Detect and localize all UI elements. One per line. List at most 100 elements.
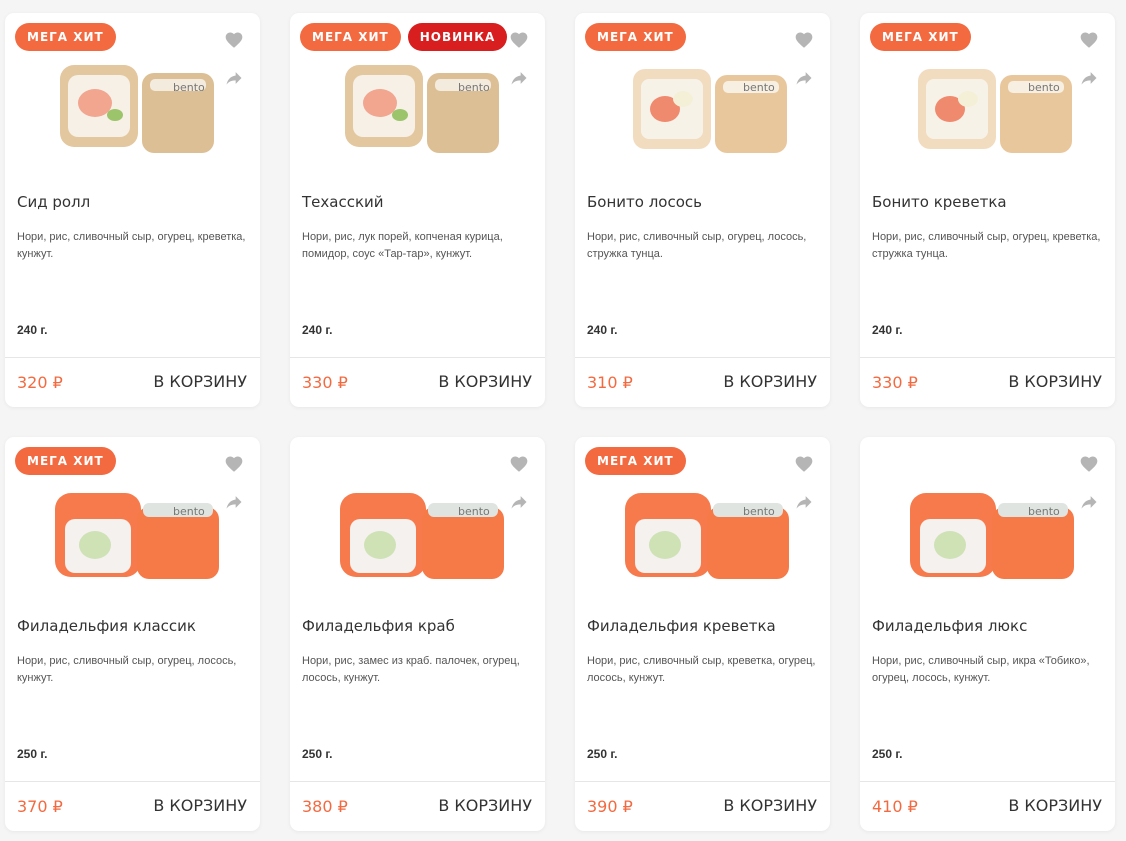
svg-text:bento: bento [173, 81, 205, 94]
badge-mega-hit: МЕГА ХИТ [585, 23, 686, 51]
svg-text:bento: bento [1028, 505, 1060, 518]
product-card-5[interactable]: МЕГА ХИТ bento Филадельфия классик Нори,… [5, 437, 260, 831]
heart-icon[interactable] [224, 30, 244, 50]
card-divider [290, 781, 545, 782]
product-weight: 250 г. [587, 747, 618, 761]
badge-mega-hit: МЕГА ХИТ [870, 23, 971, 51]
badge-group: МЕГА ХИТ [585, 447, 686, 475]
product-name[interactable]: Техасский [302, 193, 532, 211]
badge-mega-hit: МЕГА ХИТ [585, 447, 686, 475]
share-icon[interactable] [794, 68, 814, 88]
badge-group: МЕГА ХИТ [585, 23, 686, 51]
badge-mega-hit: МЕГА ХИТ [300, 23, 401, 51]
product-price: 410 ₽ [872, 797, 918, 816]
share-icon[interactable] [509, 492, 529, 512]
product-weight: 240 г. [302, 323, 333, 337]
heart-icon[interactable] [224, 454, 244, 474]
product-image[interactable]: bento [860, 45, 1115, 163]
product-image[interactable]: bento [575, 45, 830, 163]
card-divider [5, 781, 260, 782]
svg-text:bento: bento [1028, 81, 1060, 94]
share-icon[interactable] [224, 68, 244, 88]
product-weight: 250 г. [302, 747, 333, 761]
product-price: 330 ₽ [872, 373, 918, 392]
add-to-cart-button[interactable]: В КОРЗИНУ [1008, 796, 1102, 815]
product-description: Нори, рис, сливочный сыр, икра «Тобико»,… [872, 655, 1090, 684]
card-actions [1079, 30, 1101, 106]
product-name[interactable]: Филадельфия люкс [872, 617, 1102, 635]
share-icon[interactable] [224, 492, 244, 512]
product-image[interactable]: bento [860, 469, 1115, 587]
product-card-1[interactable]: МЕГА ХИТ bento Сид ролл Нори, рис, сливо… [5, 13, 260, 407]
badge-group: МЕГА ХИТ НОВИНКА [300, 23, 508, 51]
heart-icon[interactable] [509, 30, 529, 50]
product-weight: 240 г. [587, 323, 618, 337]
share-icon[interactable] [1079, 492, 1099, 512]
product-price: 330 ₽ [302, 373, 348, 392]
product-name[interactable]: Филадельфия классик [17, 617, 247, 635]
share-icon[interactable] [794, 492, 814, 512]
card-actions [794, 30, 816, 106]
product-price: 320 ₽ [17, 373, 63, 392]
product-card-2[interactable]: МЕГА ХИТ НОВИНКА bento Техасский Нори, ри… [290, 13, 545, 407]
add-to-cart-button[interactable]: В КОРЗИНУ [438, 372, 532, 391]
add-to-cart-button[interactable]: В КОРЗИНУ [723, 796, 817, 815]
svg-text:bento: bento [458, 81, 490, 94]
product-image[interactable]: bento [290, 45, 545, 163]
product-image[interactable]: bento [290, 469, 545, 587]
heart-icon[interactable] [1079, 454, 1099, 474]
card-divider [5, 357, 260, 358]
product-name[interactable]: Сид ролл [17, 193, 247, 211]
product-description: Нори, рис, замес из краб. палочек, огуре… [302, 655, 520, 684]
product-card-6[interactable]: bento Филадельфия краб Нори, рис, замес … [290, 437, 545, 831]
card-divider [860, 357, 1115, 358]
product-name[interactable]: Бонито лосось [587, 193, 817, 211]
product-name[interactable]: Филадельфия креветка [587, 617, 817, 635]
heart-icon[interactable] [794, 454, 814, 474]
add-to-cart-button[interactable]: В КОРЗИНУ [153, 372, 247, 391]
product-weight: 240 г. [872, 323, 903, 337]
badge-mega-hit: МЕГА ХИТ [15, 447, 116, 475]
product-description: Нори, рис, сливочный сыр, креветка, огур… [587, 655, 816, 684]
product-description: Нори, рис, сливочный сыр, огурец, кревет… [17, 231, 246, 260]
badge-group: МЕГА ХИТ [15, 23, 116, 51]
card-actions [224, 30, 246, 106]
product-card-7[interactable]: МЕГА ХИТ bento Филадельфия креветка Нори… [575, 437, 830, 831]
badge-group: МЕГА ХИТ [15, 447, 116, 475]
badge-new: НОВИНКА [407, 23, 508, 51]
product-price: 380 ₽ [302, 797, 348, 816]
product-price: 370 ₽ [17, 797, 63, 816]
heart-icon[interactable] [794, 30, 814, 50]
product-weight: 240 г. [17, 323, 48, 337]
product-price: 390 ₽ [587, 797, 633, 816]
card-actions [224, 454, 246, 530]
badge-group: МЕГА ХИТ [870, 23, 971, 51]
product-name[interactable]: Бонито креветка [872, 193, 1102, 211]
svg-text:bento: bento [458, 505, 490, 518]
share-icon[interactable] [1079, 68, 1099, 88]
svg-text:bento: bento [743, 81, 775, 94]
card-divider [860, 781, 1115, 782]
product-card-3[interactable]: МЕГА ХИТ bento Бонито лосось Нори, рис, … [575, 13, 830, 407]
product-weight: 250 г. [17, 747, 48, 761]
product-description: Нори, рис, сливочный сыр, огурец, лосось… [17, 655, 237, 684]
share-icon[interactable] [509, 68, 529, 88]
product-image[interactable]: bento [5, 469, 260, 587]
add-to-cart-button[interactable]: В КОРЗИНУ [723, 372, 817, 391]
add-to-cart-button[interactable]: В КОРЗИНУ [153, 796, 247, 815]
product-image[interactable]: bento [5, 45, 260, 163]
add-to-cart-button[interactable]: В КОРЗИНУ [1008, 372, 1102, 391]
svg-text:bento: bento [743, 505, 775, 518]
product-name[interactable]: Филадельфия краб [302, 617, 532, 635]
product-card-4[interactable]: МЕГА ХИТ bento Бонито креветка Нори, рис… [860, 13, 1115, 407]
card-actions [509, 454, 531, 530]
heart-icon[interactable] [1079, 30, 1099, 50]
svg-text:bento: bento [173, 505, 205, 518]
product-card-8[interactable]: bento Филадельфия люкс Нори, рис, сливоч… [860, 437, 1115, 831]
product-description: Нори, рис, сливочный сыр, огурец, кревет… [872, 231, 1101, 260]
add-to-cart-button[interactable]: В КОРЗИНУ [438, 796, 532, 815]
product-description: Нори, рис, лук порей, копченая курица, п… [302, 231, 503, 260]
card-divider [575, 781, 830, 782]
heart-icon[interactable] [509, 454, 529, 474]
product-image[interactable]: bento [575, 469, 830, 587]
